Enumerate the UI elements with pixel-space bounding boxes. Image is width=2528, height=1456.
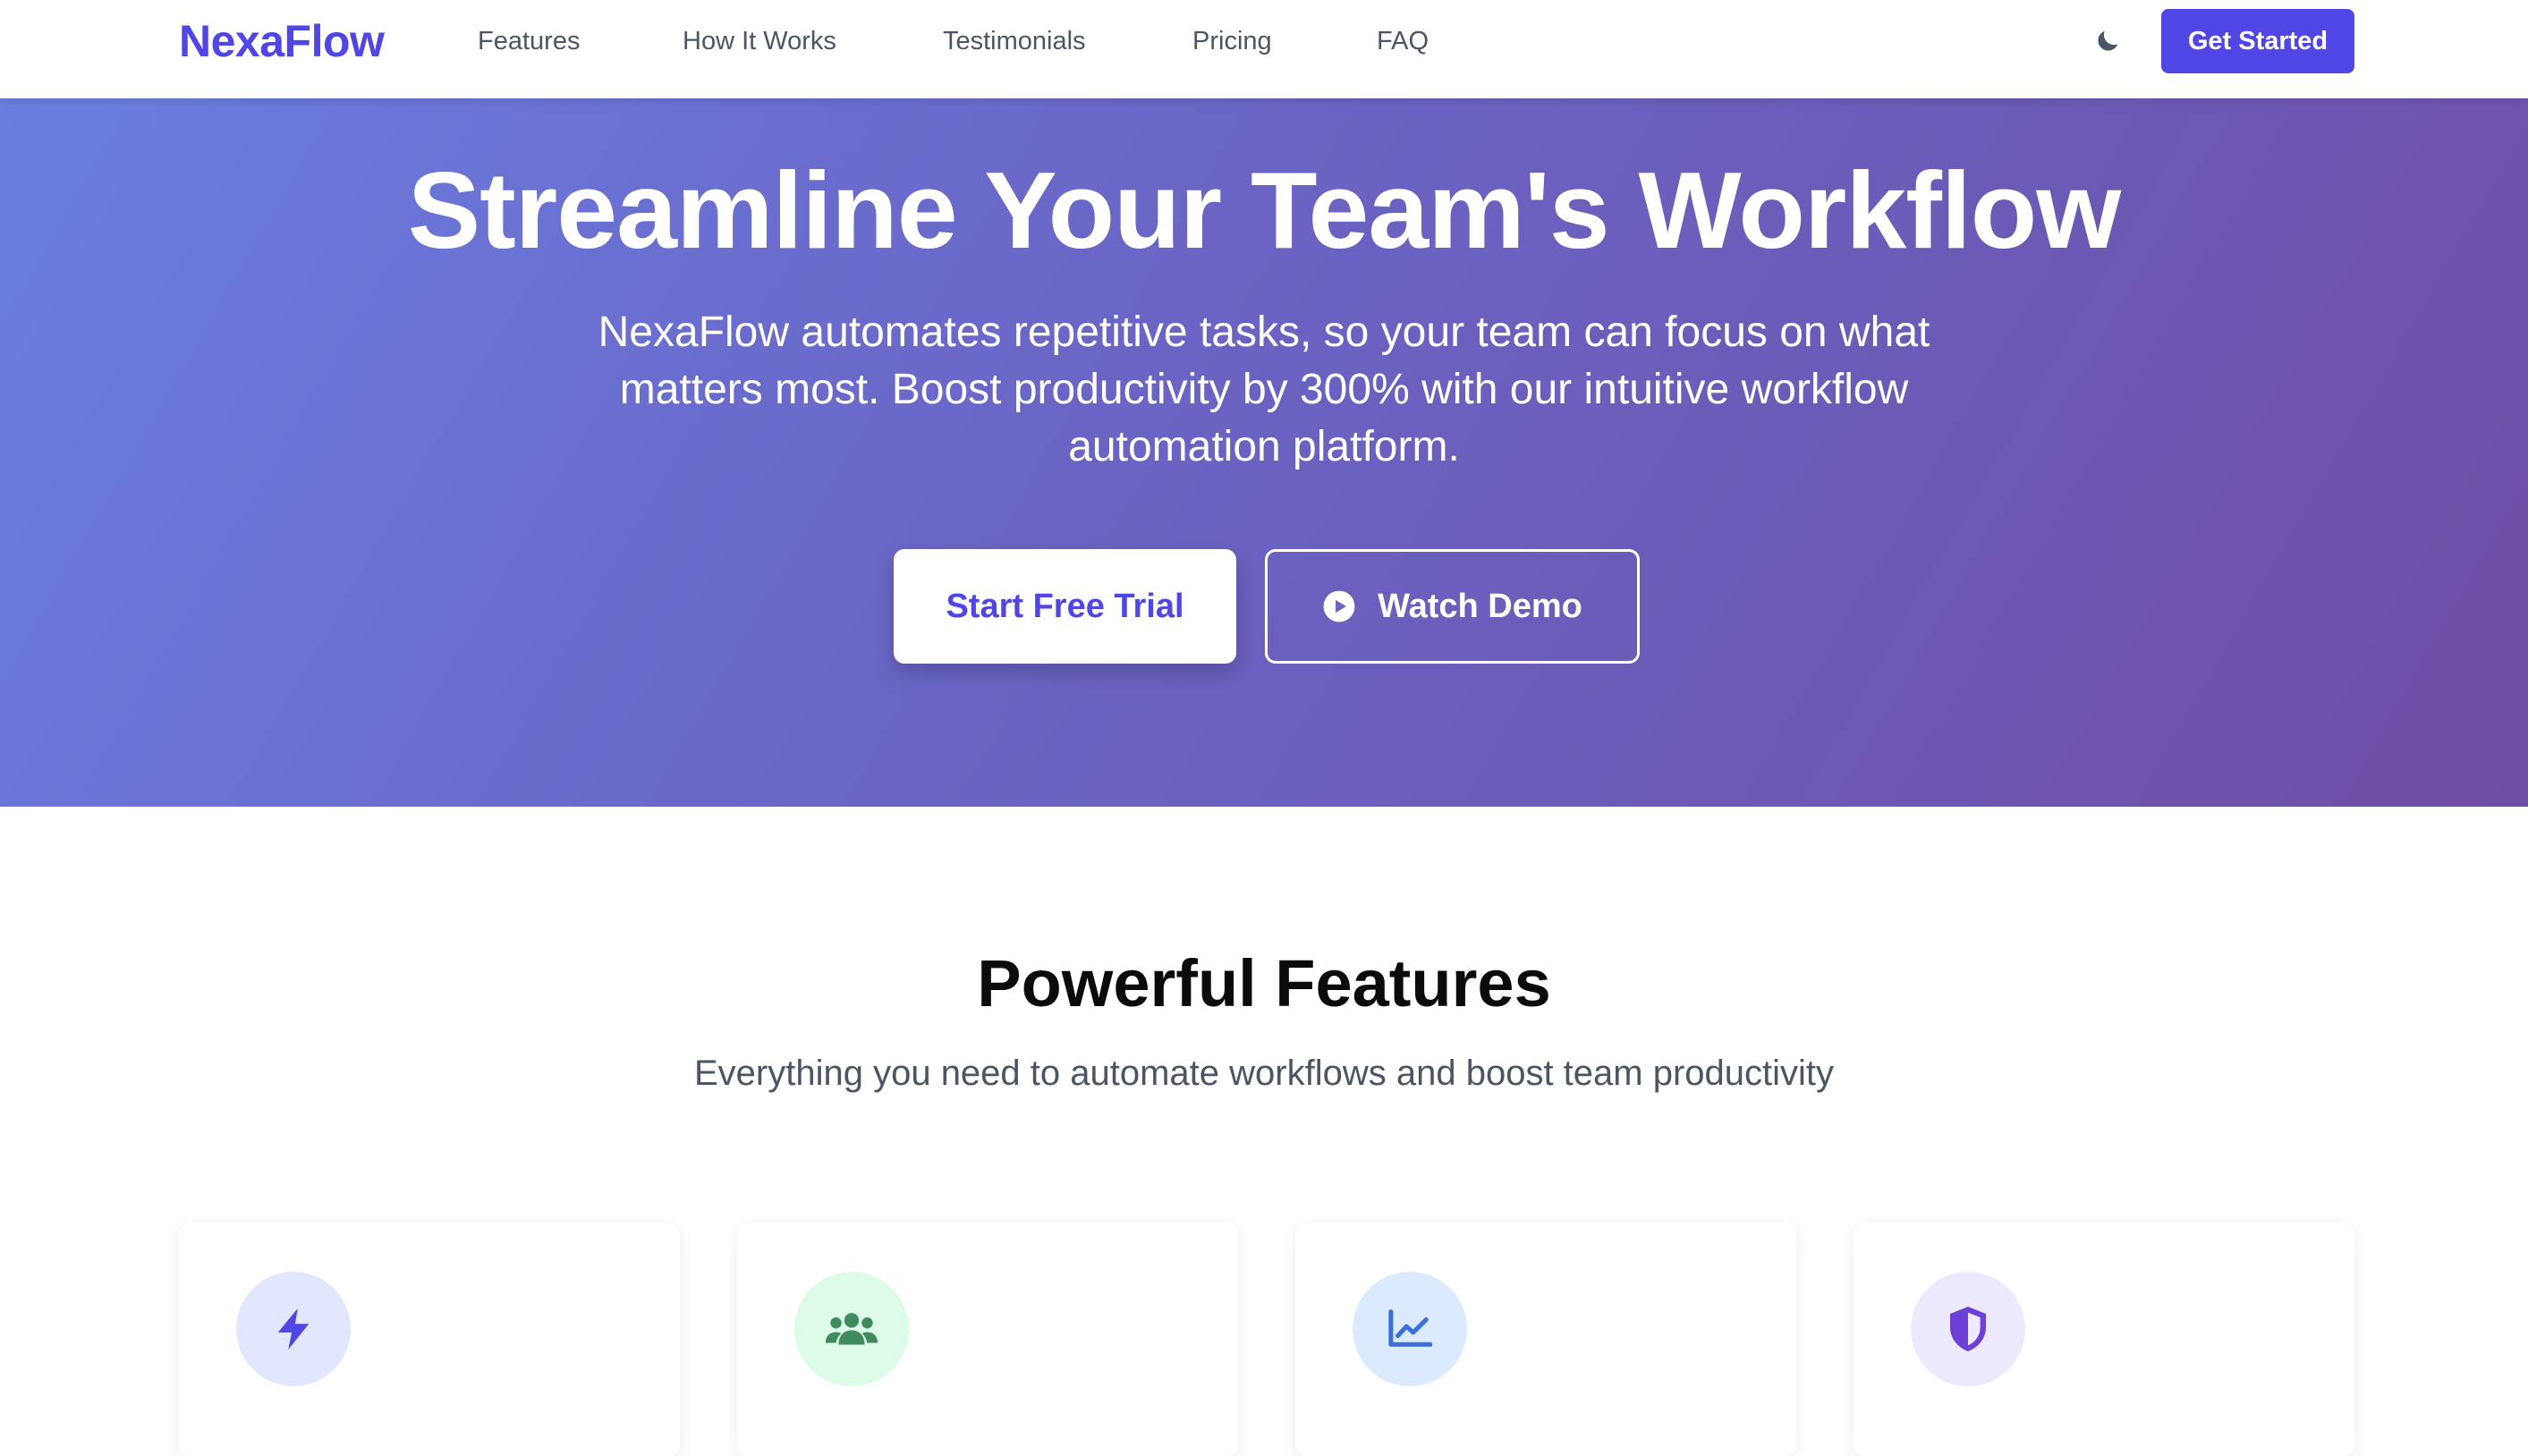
lightning-bolt-icon (236, 1272, 351, 1386)
watch-demo-button[interactable]: Watch Demo (1265, 549, 1640, 664)
feature-card-security (1854, 1223, 2354, 1456)
start-free-trial-button[interactable]: Start Free Trial (894, 549, 1236, 664)
feature-card-analytics (1295, 1223, 1796, 1456)
nav-pricing[interactable]: Pricing (1192, 27, 1272, 55)
nav-testimonials[interactable]: Testimonials (943, 27, 1086, 55)
play-circle-icon (1322, 589, 1356, 623)
hero-subtitle: NexaFlow automates repetitive tasks, so … (598, 309, 1930, 470)
line-chart-icon (1353, 1272, 1467, 1386)
site-header: NexaFlow Features How It Works Testimoni… (0, 0, 2528, 98)
get-started-button[interactable]: Get Started (2161, 9, 2354, 73)
theme-toggle-button[interactable] (2090, 23, 2125, 59)
nav-features[interactable]: Features (478, 27, 580, 55)
features-title: Powerful Features (977, 946, 1551, 1020)
feature-card-collaboration (737, 1223, 1238, 1456)
start-free-trial-label: Start Free Trial (946, 587, 1184, 625)
users-icon (794, 1272, 909, 1386)
logo[interactable]: NexaFlow (179, 18, 385, 64)
moon-icon (2098, 30, 2118, 51)
features-subtitle: Everything you need to automate workflow… (693, 1054, 1835, 1093)
hero-section: Streamline Your Team's Workflow NexaFlow… (0, 98, 2528, 807)
shield-icon (1911, 1272, 2025, 1386)
watch-demo-label: Watch Demo (1378, 587, 1582, 625)
feature-card-automation (179, 1223, 680, 1456)
hero-title: Streamline Your Team's Workflow (407, 149, 2121, 271)
nav-faq[interactable]: FAQ (1377, 27, 1429, 55)
nav-how-it-works[interactable]: How It Works (683, 27, 836, 55)
